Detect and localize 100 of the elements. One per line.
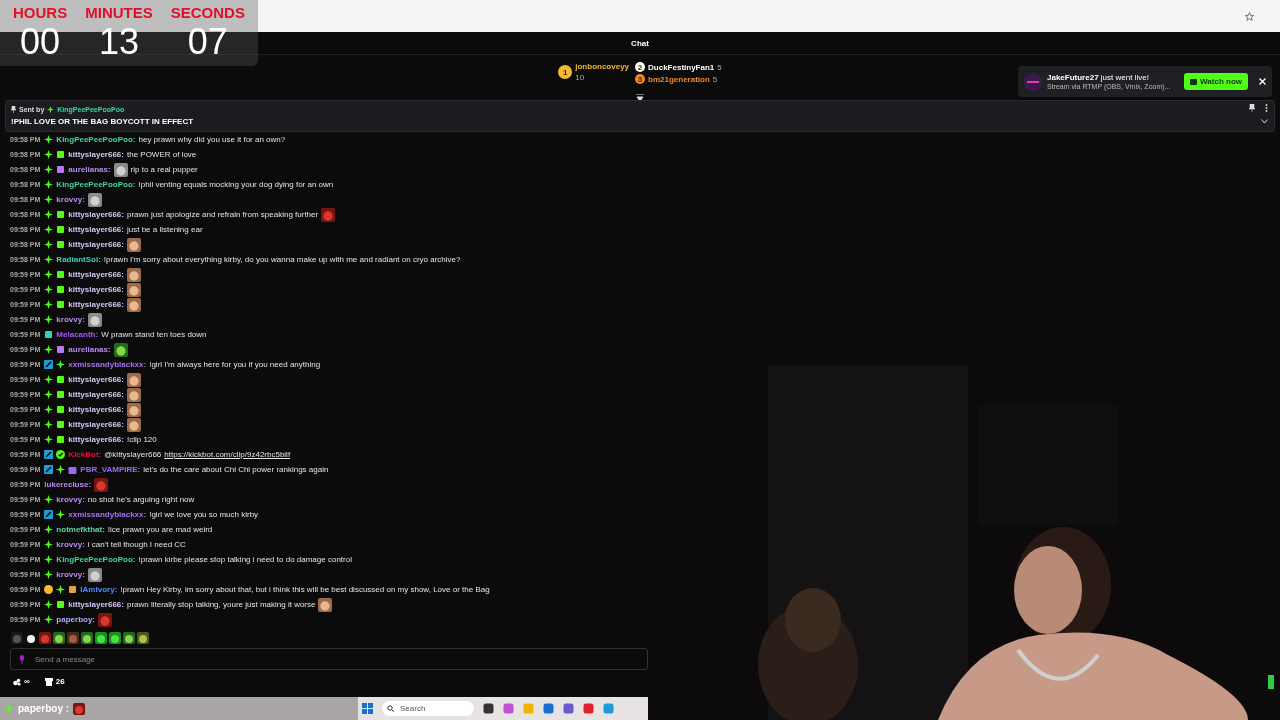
- gift-badge-icon: [68, 465, 78, 474]
- emote-icon: [126, 237, 141, 252]
- chat-username[interactable]: kittyslayer666:: [68, 300, 124, 309]
- emote-icon: [113, 342, 128, 357]
- message-text: !prawn kirbe please stop talking i need to do damage control: [138, 555, 352, 564]
- chat-username[interactable]: kittyslayer666:: [68, 150, 124, 159]
- emote-icon: [95, 631, 107, 644]
- sparkle-badge-icon: [47, 106, 55, 113]
- emote-icon: [126, 417, 141, 432]
- pin-icon[interactable]: [1249, 104, 1255, 112]
- chat-username[interactable]: krovvy:: [56, 195, 85, 204]
- rank-badge: 1: [558, 65, 573, 79]
- sword-badge-icon: [44, 465, 54, 474]
- chat-username[interactable]: kittyslayer666:: [68, 405, 124, 414]
- store-icon: [44, 677, 53, 686]
- message-text: !prawn I'm sorry about everything kirby, do you wanna make up with me and radiant on cryo archive?: [103, 255, 461, 264]
- chat-username[interactable]: KingPeePeePooPoo:: [56, 135, 136, 144]
- emote-icon: [126, 372, 141, 387]
- timer-value: 00: [20, 23, 61, 61]
- chat-username[interactable]: KingPeePeePooPoo:: [56, 180, 136, 189]
- emote-icon: [137, 631, 149, 644]
- app-icon[interactable]: [483, 703, 494, 714]
- chevron-down-icon[interactable]: [1261, 119, 1268, 124]
- emote-icon: [98, 612, 113, 627]
- rank-badge: 2: [635, 62, 646, 72]
- timer-label: HOURS: [13, 3, 68, 23]
- emote-icon: [123, 631, 135, 644]
- more-icon[interactable]: [1265, 104, 1268, 112]
- chat-username[interactable]: xxmissandyblackxx:: [68, 360, 147, 369]
- chat-username[interactable]: IAmIvory:: [80, 585, 118, 594]
- message-link[interactable]: https://kickbot.com/clip/9z42rbc5bilf: [164, 450, 291, 459]
- taskbar-search[interactable]: Search: [398, 703, 468, 714]
- verified-badge-icon: [56, 450, 66, 459]
- chat-username[interactable]: krovvy:: [56, 495, 85, 504]
- message-text: !ice prawn you are mad weird: [107, 525, 213, 534]
- emote-icon: [81, 631, 93, 644]
- chat-username[interactable]: Melacanth:: [56, 330, 99, 339]
- chat-username[interactable]: RadiantSol:: [56, 255, 101, 264]
- chat-title: Chat: [631, 38, 649, 48]
- chat-username[interactable]: lukerecluse:: [44, 480, 92, 489]
- emote-icon: [11, 631, 23, 644]
- gift-count: 10: [575, 73, 586, 82]
- emote-icon: [318, 597, 333, 612]
- chat-username[interactable]: kittyslayer666:: [68, 270, 124, 279]
- chat-username[interactable]: kittyslayer666:: [68, 420, 124, 429]
- watch-now-button[interactable]: Watch now: [1184, 73, 1248, 90]
- close-button[interactable]: [1259, 78, 1266, 85]
- message-text: @kittyslayer666: [104, 450, 162, 459]
- chat-username[interactable]: paperboy:: [56, 615, 96, 624]
- sparkle-badge-icon: [4, 703, 14, 714]
- gift-count: 5: [717, 62, 722, 72]
- sword-badge-icon: [44, 360, 54, 369]
- chat-username[interactable]: krovvy:: [56, 315, 85, 324]
- chat-username[interactable]: KingPeePeePooPoo:: [56, 555, 136, 564]
- emote-icon: [87, 192, 102, 207]
- sword-badge-icon: [44, 450, 54, 459]
- timer-value: 07: [187, 23, 228, 61]
- emote-icon: [87, 567, 102, 582]
- message-text: let's do the care about Chi Chi power rankings again: [143, 465, 329, 474]
- message-text: !phil venting equals mocking your dog dying for an own: [138, 180, 334, 189]
- message-text: the POWER of love: [126, 150, 197, 159]
- star-icon[interactable]: [1245, 11, 1254, 21]
- chat-username[interactable]: kittyslayer666:: [68, 210, 124, 219]
- message-text: hey prawn why did you use it for an own?: [138, 135, 286, 144]
- search-icon: [387, 705, 394, 712]
- message-text: just be a listening ear: [126, 225, 203, 234]
- chat-username[interactable]: aurelianas:: [68, 165, 111, 174]
- emote-icon: [94, 477, 109, 492]
- filter-icon[interactable]: [636, 94, 644, 101]
- emote-icon: [39, 631, 51, 644]
- emote-icon: [126, 402, 141, 417]
- chat-username[interactable]: aurelianas:: [68, 345, 111, 354]
- chat-username[interactable]: krovvy:: [56, 540, 85, 549]
- emote-icon: [53, 631, 65, 644]
- microphone-icon: [19, 654, 25, 664]
- chat-username[interactable]: kittyslayer666:: [68, 390, 124, 399]
- message-text: !prawn Hey Kirby, im sorry about that, but i think this will be best discussed on my show, Love or the Bag: [120, 585, 490, 594]
- chat-username[interactable]: xxmissandyblackxx:: [68, 510, 147, 519]
- chat-username[interactable]: PBR_VAMPIRE:: [80, 465, 141, 474]
- leader-name: bm21generation: [648, 74, 710, 84]
- chat-username[interactable]: kittyslayer666:: [68, 285, 124, 294]
- notification-title: JakeFuture27 just went live!: [1047, 73, 1150, 82]
- pinned-text: !PHIL LOVE OR THE BAG BOYCOTT IN EFFECT: [11, 117, 194, 126]
- chat-username[interactable]: KickBot:: [68, 450, 102, 459]
- timer-label: MINUTES: [85, 3, 153, 23]
- chat-username[interactable]: kittyslayer666:: [68, 435, 124, 444]
- emote-icon: [126, 387, 141, 402]
- chat-username[interactable]: kittyslayer666:: [68, 600, 124, 609]
- chat-username[interactable]: notmefkthat:: [56, 525, 105, 534]
- points-count: ∞: [24, 677, 30, 686]
- message-text: !girl we love you so much kirby: [149, 510, 259, 519]
- search-field[interactable]: Search: [382, 701, 474, 716]
- tv-icon: [1190, 78, 1198, 85]
- emote-icon: [126, 282, 141, 297]
- chat-username[interactable]: kittyslayer666:: [68, 375, 124, 384]
- windows-icon[interactable]: [362, 703, 373, 714]
- chat-username[interactable]: kittyslayer666:: [68, 225, 124, 234]
- emote-icon: [87, 312, 102, 327]
- chat-username[interactable]: krovvy:: [56, 570, 85, 579]
- chat-username[interactable]: kittyslayer666:: [68, 240, 124, 249]
